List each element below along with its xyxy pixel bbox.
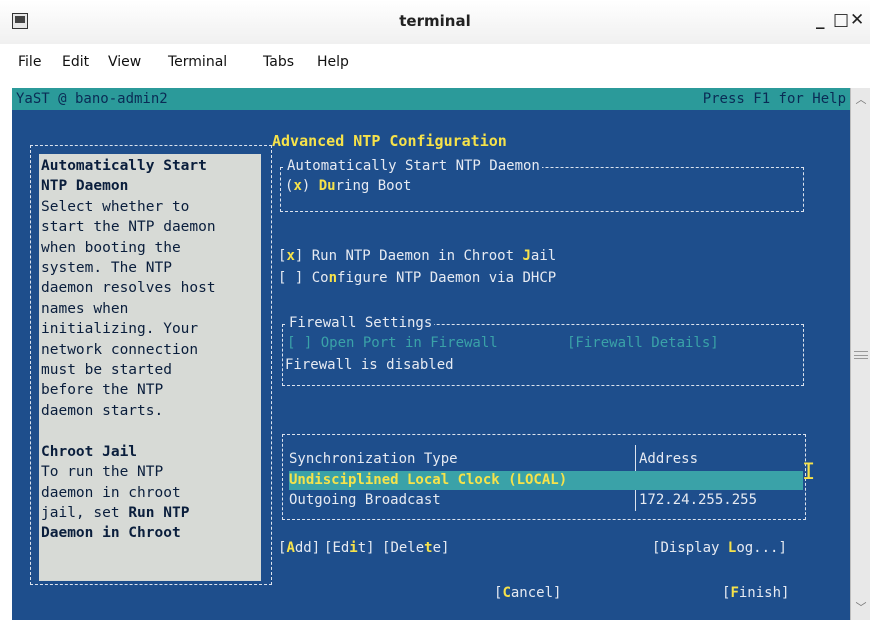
help-heading-auto-start: Automatically Start <box>41 158 207 174</box>
add-button[interactable]: [Add] <box>278 540 320 556</box>
column-sync-type[interactable]: Synchronization Type <box>289 451 458 467</box>
chroot-jail-checkbox[interactable]: [x] Run NTP Daemon in Chroot Jail <box>278 248 556 264</box>
minimize-button[interactable]: _ <box>816 10 825 30</box>
table-row[interactable]: Outgoing Broadcast 172.24.255.255 <box>289 491 803 510</box>
maximize-button[interactable]: □ <box>833 10 849 30</box>
during-boot-radio[interactable]: (x) During Boot <box>285 178 411 194</box>
scroll-down-icon[interactable]: ﹀ <box>853 600 869 616</box>
open-port-checkbox[interactable]: [ ] Open Port in Firewall <box>287 335 498 351</box>
close-button[interactable]: ✕ <box>850 10 864 30</box>
auto-start-frame: Automatically Start NTP Daemon (x) Durin… <box>280 158 804 212</box>
row-sync-type: Undisciplined Local Clock (LOCAL) <box>289 472 568 488</box>
menu-edit[interactable]: Edit <box>62 54 89 70</box>
window-titlebar[interactable]: terminal _ □ ✕ <box>0 0 870 44</box>
menu-tabs[interactable]: Tabs <box>263 54 294 70</box>
help-pane[interactable]: Automatically Start NTP Daemon Select wh… <box>30 145 272 585</box>
menu-help[interactable]: Help <box>317 54 349 70</box>
help-paragraph-auto-start: Select whether to start the NTP daemon w… <box>41 198 216 419</box>
delete-button[interactable]: [Delete] <box>382 540 449 556</box>
menubar: File Edit View Terminal Tabs Help <box>0 44 870 80</box>
display-log-button[interactable]: [Display Log...] <box>652 540 787 556</box>
help-heading-ntp-daemon: NTP Daemon <box>41 178 129 195</box>
firewall-frame-title: Firewall Settings <box>287 315 435 331</box>
edit-button[interactable]: [Edit] <box>324 540 375 556</box>
menu-file[interactable]: File <box>18 54 41 70</box>
row-sync-type: Outgoing Broadcast <box>289 492 441 508</box>
dhcp-checkbox[interactable]: [ ] Configure NTP Daemon via DHCP <box>278 270 556 286</box>
help-hint: Press F1 for Help <box>702 91 846 107</box>
yast-header: YaST @ bano-admin2 Press F1 for Help <box>12 88 850 110</box>
text-cursor-icon: I <box>802 460 816 485</box>
sync-table[interactable]: Synchronization Type Address Undisciplin… <box>282 434 806 520</box>
panel-title: Advanced NTP Configuration <box>272 132 507 150</box>
auto-start-frame-title: Automatically Start NTP Daemon <box>285 158 542 174</box>
menu-view[interactable]: View <box>108 54 141 70</box>
help-chroot-emphasis: Run NTP <box>128 504 190 521</box>
firewall-status: Firewall is disabled <box>285 357 454 373</box>
firewall-details-button[interactable]: [Firewall Details] <box>567 335 719 351</box>
yast-host-label: YaST @ bano-admin2 <box>16 91 168 107</box>
vertical-scrollbar[interactable]: ︿ ﹀ <box>850 88 870 620</box>
firewall-frame: Firewall Settings [ ] Open Port in Firew… <box>282 315 804 386</box>
scroll-grip-icon[interactable] <box>854 351 868 359</box>
column-address[interactable]: Address <box>639 451 698 467</box>
help-heading-chroot: Chroot Jail <box>41 443 138 460</box>
terminal-area[interactable]: YaST @ bano-admin2 Press F1 for Help Aut… <box>12 88 850 620</box>
table-row[interactable]: Undisciplined Local Clock (LOCAL) <box>289 471 803 490</box>
help-chroot-emphasis-2: Daemon in Chroot <box>41 525 181 542</box>
window-title: terminal <box>399 12 471 30</box>
menu-terminal[interactable]: Terminal <box>168 54 227 70</box>
scroll-up-icon[interactable]: ︿ <box>853 92 869 108</box>
help-text: Automatically Start NTP Daemon Select wh… <box>39 154 261 581</box>
cancel-button[interactable]: [Cancel] <box>494 585 561 601</box>
row-address: 172.24.255.255 <box>639 492 758 508</box>
finish-button[interactable]: [Finish] <box>722 585 789 601</box>
